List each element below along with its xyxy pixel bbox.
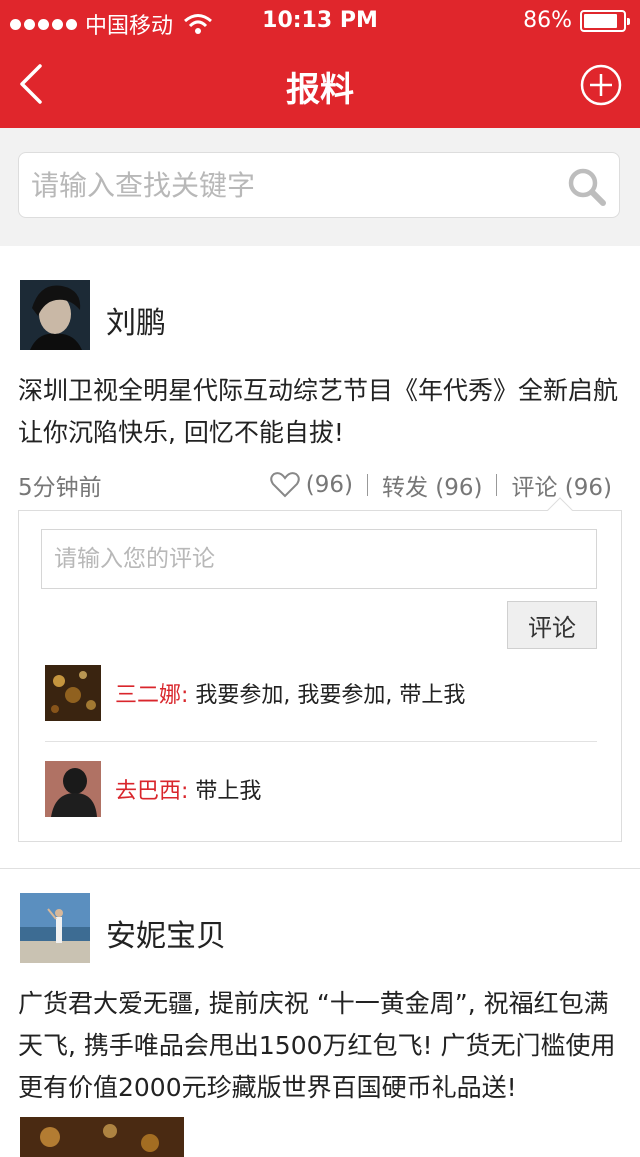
post-card: 刘鹏 深圳卫视全明星代际互动综艺节目《年代秀》全新启航让你沉陷快乐, 回忆不能自… [0, 246, 640, 866]
comment-body: 带上我 [188, 779, 262, 804]
post-meta: 5分钟前 (96) 转发 (96) 评论 (96) [18, 466, 622, 502]
like-count[interactable]: (96) [306, 472, 353, 498]
forward-button[interactable]: 转发 (96) [382, 468, 483, 502]
commenter-avatar[interactable] [45, 665, 101, 721]
post-time: 5分钟前 [18, 475, 102, 501]
comment-panel: 评论 三二娜: 我要参加, 我要参加, 带上我 [18, 497, 622, 842]
comment-input[interactable] [41, 529, 597, 589]
comment-item: 三二娜: 我要参加, 我要参加, 带上我 [45, 665, 595, 735]
comment-divider [45, 741, 597, 742]
post-image[interactable] [20, 1117, 184, 1157]
divider [366, 474, 368, 496]
commenter-avatar[interactable] [45, 761, 101, 817]
nav-bar: 报料 [0, 40, 640, 128]
author-name[interactable]: 刘鹏 [106, 298, 166, 342]
heart-icon[interactable] [269, 472, 300, 498]
post-card: 安妮宝贝 广货君大爱无疆, 提前庆祝 “十一黄金周”, 祝福红包满天飞, 携手唯… [0, 868, 640, 1157]
comment-toggle[interactable]: 评论 (96) [511, 468, 612, 502]
search-input[interactable] [31, 161, 551, 209]
avatar[interactable] [20, 893, 90, 963]
page-title: 报料 [286, 70, 354, 110]
status-bar: 中国移动 10:13 PM 86% [0, 0, 640, 40]
post-actions: (96) 转发 (96) 评论 (96) [269, 468, 612, 502]
add-icon[interactable] [580, 64, 622, 106]
comment-body: 我要参加, 我要参加, 带上我 [188, 683, 466, 708]
comment-text: 三二娜: 我要参加, 我要参加, 带上我 [115, 677, 465, 709]
comment-username[interactable]: 去巴西: [115, 779, 188, 804]
author-name[interactable]: 安妮宝贝 [106, 911, 226, 955]
battery-icon [580, 9, 630, 32]
search-box [18, 152, 620, 218]
battery-area: 86% [523, 8, 630, 33]
search-icon[interactable] [567, 167, 607, 207]
avatar[interactable] [20, 280, 90, 350]
comment-item: 去巴西: 带上我 [45, 761, 595, 831]
comment-submit-button[interactable]: 评论 [507, 601, 597, 649]
post-content: 广货君大爱无疆, 提前庆祝 “十一黄金周”, 祝福红包满天飞, 携手唯品会甩出1… [18, 989, 616, 1102]
comment-username[interactable]: 三二娜: [115, 683, 188, 708]
search-area [0, 128, 640, 246]
comment-text: 去巴西: 带上我 [115, 773, 261, 805]
post-content: 深圳卫视全明星代际互动综艺节目《年代秀》全新启航让你沉陷快乐, 回忆不能自拔! [18, 376, 619, 447]
battery-percent: 86% [523, 8, 572, 33]
divider [496, 474, 498, 496]
